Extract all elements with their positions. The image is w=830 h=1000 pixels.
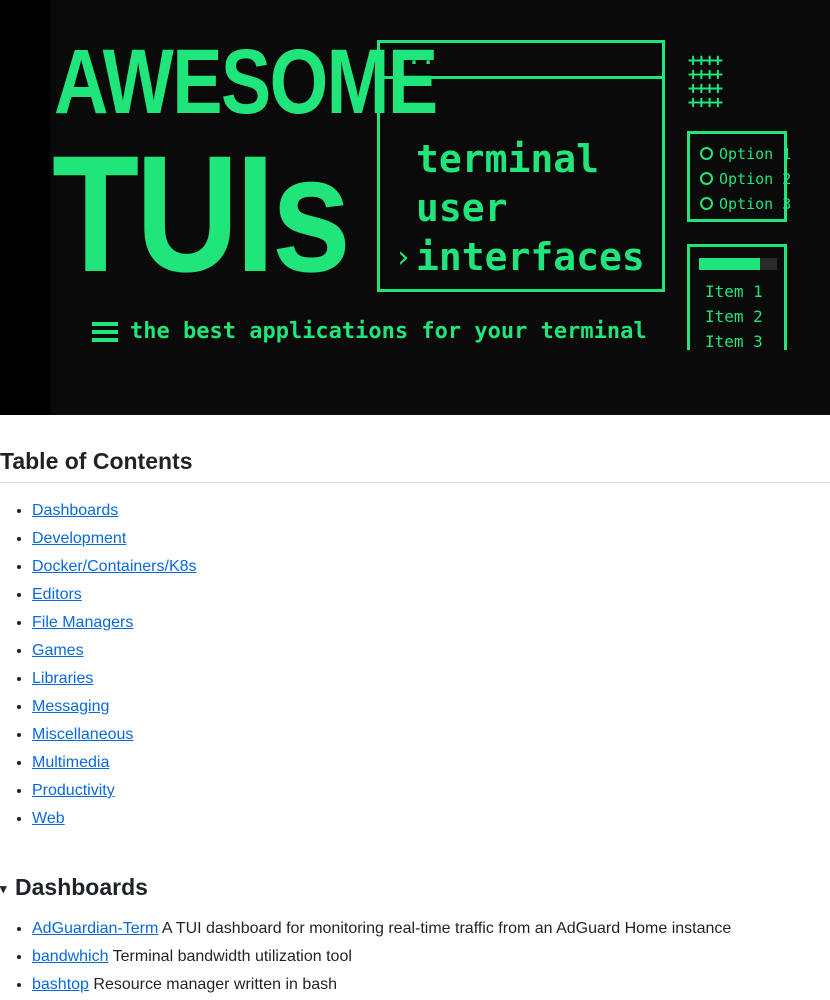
- dashboards-list: AdGuardian-Term A TUI dashboard for moni…: [0, 915, 731, 999]
- plus-grid-icon: ++++ ++++ ++++ ++++: [688, 51, 723, 113]
- toc-list: Dashboards Development Docker/Containers…: [0, 497, 197, 833]
- list-item: Games: [32, 637, 197, 665]
- option-label: Option 3: [719, 195, 792, 213]
- list-item: AdGuardian-Term A TUI dashboard for moni…: [32, 915, 731, 943]
- toc-link-file-managers[interactable]: File Managers: [32, 614, 133, 631]
- radio-ring-icon: [700, 172, 713, 185]
- project-description: Resource manager written in bash: [88, 976, 338, 993]
- prompt-chevron-icon: ›: [394, 240, 413, 275]
- toc-heading: Table of Contents: [0, 448, 193, 474]
- project-description: Terminal bandwidth utilization tool: [108, 948, 352, 965]
- banner-option: Option 1: [700, 147, 791, 162]
- window-dots-icon: ...: [394, 45, 437, 69]
- radio-ring-icon: [700, 197, 713, 210]
- list-item: Miscellaneous: [32, 721, 197, 749]
- toc-link-productivity[interactable]: Productivity: [32, 782, 115, 799]
- banner-terminal-window: ... › terminal user interfaces: [377, 40, 665, 292]
- banner-option: Option 3: [700, 197, 791, 212]
- banner-progress-bar: [699, 258, 777, 270]
- banner-item: Item 3: [705, 332, 763, 350]
- list-item: bashtop Resource manager written in bash: [32, 971, 731, 999]
- list-item: bandwhich Terminal bandwidth utilization…: [32, 943, 731, 971]
- banner-items-box: Item 1 Item 2 Item 3: [687, 244, 787, 350]
- window-line: user: [416, 186, 508, 230]
- banner-tagline: the best applications for your terminal: [130, 319, 647, 344]
- window-line: interfaces: [416, 235, 645, 279]
- toc-link-dashboards[interactable]: Dashboards: [32, 502, 118, 519]
- list-item: Web: [32, 805, 197, 833]
- dashboards-heading: Dashboards: [15, 874, 148, 900]
- toc-link-miscellaneous[interactable]: Miscellaneous: [32, 726, 133, 743]
- hamburger-icon: [92, 322, 118, 342]
- banner-item: Item 2: [705, 307, 763, 326]
- toc-link-docker[interactable]: Docker/Containers/K8s: [32, 558, 197, 575]
- list-item: Messaging: [32, 693, 197, 721]
- toc-link-editors[interactable]: Editors: [32, 586, 82, 603]
- toc-link-games[interactable]: Games: [32, 642, 84, 659]
- list-item: Dashboards: [32, 497, 197, 525]
- banner-options-box: Option 1 Option 2 Option 3: [687, 131, 791, 222]
- list-item: Development: [32, 525, 197, 553]
- project-link[interactable]: bandwhich: [32, 948, 109, 965]
- toc-link-web[interactable]: Web: [32, 810, 65, 827]
- terminal-window-text: terminal user interfaces: [416, 135, 645, 282]
- banner-image: AWESOME TUIs ... › terminal user interfa…: [0, 0, 830, 415]
- dashboards-section-toggle[interactable]: ▾ Dashboards: [0, 872, 148, 904]
- list-item: Editors: [32, 581, 197, 609]
- toc-link-messaging[interactable]: Messaging: [32, 698, 109, 715]
- list-item: Multimedia: [32, 749, 197, 777]
- project-link[interactable]: AdGuardian-Term: [32, 920, 158, 937]
- list-item: File Managers: [32, 609, 197, 637]
- list-item: Libraries: [32, 665, 197, 693]
- project-link[interactable]: bashtop: [32, 976, 89, 993]
- banner-title-tuis: TUIs: [52, 122, 351, 307]
- caret-down-icon: ▾: [0, 881, 7, 896]
- window-line: terminal: [416, 137, 600, 181]
- project-description: A TUI dashboard for monitoring real-time…: [158, 920, 732, 937]
- list-item: Productivity: [32, 777, 197, 805]
- toc-link-multimedia[interactable]: Multimedia: [32, 754, 109, 771]
- option-label: Option 1: [719, 145, 792, 163]
- banner-item: Item 1: [705, 282, 763, 301]
- heading-divider: [0, 482, 830, 483]
- option-label: Option 2: [719, 170, 792, 188]
- banner-option: Option 2: [700, 172, 791, 187]
- progress-fill: [699, 258, 760, 270]
- list-item: Docker/Containers/K8s: [32, 553, 197, 581]
- radio-ring-icon: [700, 147, 713, 160]
- banner-edge: [0, 0, 50, 415]
- toc-link-libraries[interactable]: Libraries: [32, 670, 93, 687]
- toc-link-development[interactable]: Development: [32, 530, 126, 547]
- terminal-window-titlebar: ...: [380, 43, 662, 79]
